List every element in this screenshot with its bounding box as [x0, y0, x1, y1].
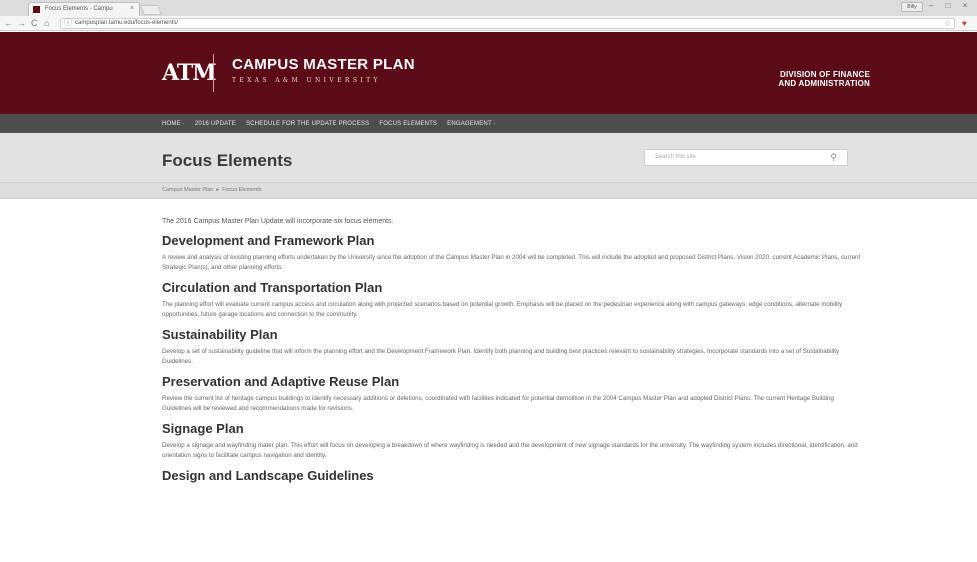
breadcrumb-band: Campus Master Plan ▸ Focus Elements: [0, 182, 977, 199]
focus-section: Circulation and Transportation Plan The …: [162, 280, 862, 320]
tab-title: Focus Elements - Campu: [45, 6, 113, 12]
section-heading: Circulation and Transportation Plan: [162, 280, 383, 295]
browser-tab[interactable]: Focus Elements - Campu ×: [28, 2, 140, 16]
focus-section: Preservation and Adaptive Reuse Plan Rev…: [162, 374, 862, 414]
search-icon[interactable]: ⚲: [830, 150, 837, 165]
window-controls[interactable]: – □ ×: [929, 1, 972, 12]
section-body: A review and analysis of existing planni…: [162, 254, 861, 271]
breadcrumb-current: Focus Elements: [222, 187, 262, 193]
division-line-2: AND ADMINISTRATION: [778, 79, 870, 88]
section-body: The planning effort will evaluate curren…: [162, 301, 843, 318]
search-placeholder: Search this site: [655, 154, 697, 160]
forward-arrow-icon[interactable]: →: [17, 17, 26, 29]
breadcrumb: Campus Master Plan ▸ Focus Elements: [162, 183, 262, 198]
home-icon[interactable]: ⌂: [44, 17, 49, 29]
section-heading: Design and Landscape Guidelines: [162, 468, 374, 483]
section-heading: Signage Plan: [162, 421, 244, 436]
tamu-logo[interactable]: ATM: [162, 54, 217, 92]
site-subtitle: TEXAS A&M UNIVERSITY: [232, 77, 381, 84]
main-content: The 2016 Campus Master Plan Update will …: [162, 218, 862, 488]
bookmark-star-icon[interactable]: ☆: [944, 19, 951, 28]
tab-close-icon[interactable]: ×: [130, 3, 134, 15]
section-body: Develop a set of sustainability guidelin…: [162, 348, 840, 365]
reload-icon[interactable]: C: [31, 17, 38, 29]
url-bar[interactable]: ⓘ campusplan.tamu.edu/focus-elements/: [60, 18, 955, 29]
division-line-1: DIVISION OF FINANCE: [779, 70, 870, 79]
focus-section: Design and Landscape Guidelines: [162, 468, 862, 483]
site-search-input[interactable]: Search this site ⚲: [644, 149, 848, 166]
section-heading: Sustainability Plan: [162, 327, 278, 342]
focus-section: Signage Plan Develop a signage and wayfi…: [162, 421, 862, 461]
breadcrumb-home-link[interactable]: Campus Master Plan: [162, 187, 213, 193]
nav-item-schedule[interactable]: SCHEDULE FOR THE UPDATE PROCESS: [246, 121, 369, 127]
division-link[interactable]: DIVISION OF FINANCE AND ADMINISTRATION: [778, 70, 870, 88]
focus-section: Development and Framework Plan A review …: [162, 233, 862, 273]
extension-icon[interactable]: ♥: [962, 19, 967, 28]
section-heading: Development and Framework Plan: [162, 233, 375, 248]
favicon-icon: [33, 6, 40, 13]
address-toolbar: ← → C ⌂ ⓘ campusplan.tamu.edu/focus-elem…: [0, 16, 977, 31]
main-navigation: HOME · 2016 UPDATE SCHEDULE FOR THE UPDA…: [0, 114, 977, 133]
nav-item-focus-elements[interactable]: FOCUS ELEMENTS: [379, 121, 437, 127]
site-title[interactable]: CAMPUS MASTER PLAN: [232, 56, 415, 73]
section-body: Develop a signage and wayfinding mater p…: [162, 442, 858, 459]
profile-chip[interactable]: Bitly: [901, 2, 923, 12]
page-info-icon[interactable]: ⓘ: [64, 18, 72, 27]
nav-item-home[interactable]: HOME ·: [162, 121, 185, 127]
browser-tab-strip: Focus Elements - Campu × Bitly – □ ×: [0, 0, 977, 16]
nav-item-engagement[interactable]: ENGAGEMENT ·: [447, 121, 496, 127]
section-body: Review the current list of heritage camp…: [162, 395, 834, 412]
new-tab-button[interactable]: [139, 5, 163, 15]
url-text: campusplan.tamu.edu/focus-elements/: [75, 20, 179, 26]
section-heading: Preservation and Adaptive Reuse Plan: [162, 374, 400, 389]
page-title: Focus Elements: [162, 151, 293, 170]
logo-divider: [213, 54, 214, 92]
nav-item-2016-update[interactable]: 2016 UPDATE: [195, 121, 236, 127]
breadcrumb-separator-icon: ▸: [216, 187, 220, 193]
back-arrow-icon[interactable]: ←: [4, 17, 13, 29]
site-header: ATM CAMPUS MASTER PLAN TEXAS A&M UNIVERS…: [0, 32, 977, 114]
focus-section: Sustainability Plan Develop a set of sus…: [162, 327, 862, 367]
intro-text: The 2016 Campus Master Plan Update will …: [162, 218, 394, 225]
